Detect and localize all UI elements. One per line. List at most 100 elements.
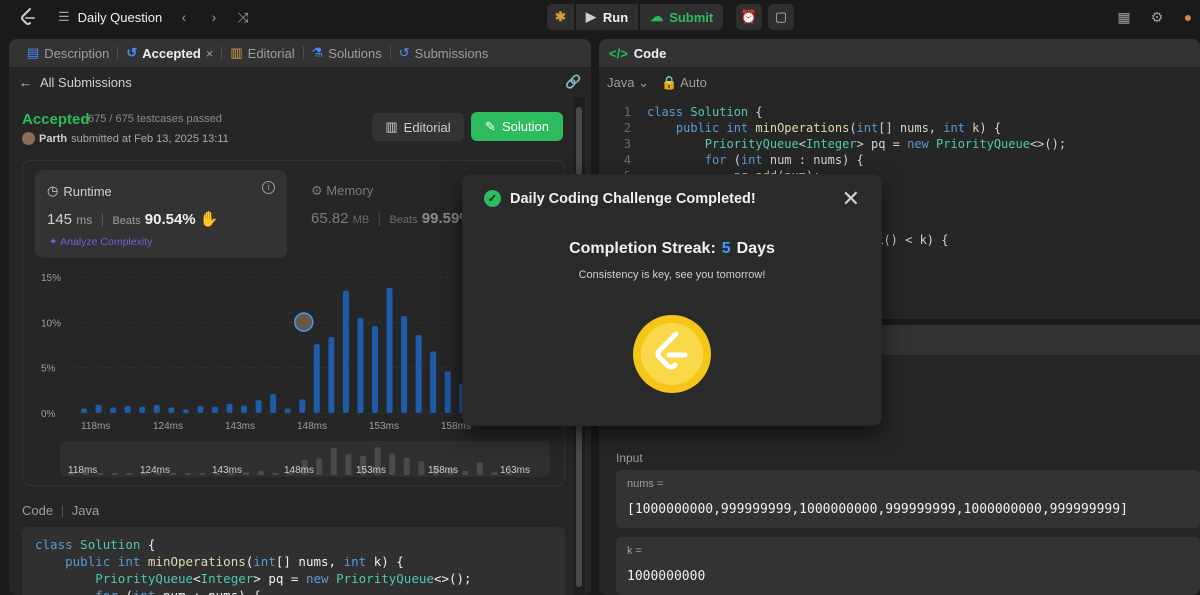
chart-bar[interactable] [211,406,218,413]
close-tab-icon[interactable]: × [206,46,214,61]
editor-toolbar: Java ⌄ 🔒 Auto [607,75,707,91]
chart-bar[interactable] [139,406,146,413]
minimap-bar [476,462,483,475]
editorial-button[interactable]: ▥ Editorial [372,113,464,141]
chart-bar[interactable] [110,407,117,413]
editorial-label: Editorial [403,119,451,135]
minimap-bar [389,453,396,475]
chart-bar[interactable] [168,407,175,413]
fire-icon[interactable]: ● [1176,5,1200,29]
run-button[interactable]: ▶ Run [575,4,639,30]
all-submissions-link[interactable]: ← All Submissions 🔗 [9,67,591,97]
chart-bar[interactable] [197,405,204,413]
run-label: Run [602,9,629,25]
runtime-card[interactable]: ◷ Runtime i 145 ms | Beats 90.54% ✋ ✦ Ana… [35,170,287,258]
chart-bar[interactable] [95,404,102,413]
left-tab-bar: ▤ Description ↺ Accepted × ▥ Editorial ⚗ Solu… [9,39,591,67]
close-icon[interactable]: ✕ [842,188,860,210]
memory-label-row: ⚙ Memory [311,183,373,199]
tab-accepted[interactable]: ↺ Accepted × [118,45,221,61]
shuffle-icon[interactable]: ⤨ [231,5,255,29]
cloud-upload-icon: ☁ [650,9,664,24]
run-group: ✱ ▶ Run ☁ Submit [547,4,724,30]
chart-bar[interactable] [357,317,364,413]
clock-icon: ◷ [47,183,59,198]
line-number: 3 [623,137,631,151]
chart-bar[interactable] [342,290,349,413]
tab-description[interactable]: ▤ Description [19,45,117,61]
chevron-right-icon[interactable]: › [202,5,226,29]
chart-bar[interactable] [415,335,422,413]
chart-bar[interactable] [444,371,451,413]
header-divider: | [60,503,65,518]
minimap-label: 153ms [356,465,386,476]
code-line: PriorityQueue<Integer> pq = new Priority… [704,137,1067,151]
user-avatar-marker[interactable] [294,312,314,332]
chart-bar[interactable] [284,408,291,413]
value-divider: | [100,211,105,228]
avatar[interactable] [22,132,35,145]
tab-editorial[interactable]: ▥ Editorial [222,45,302,61]
tab-label: Solutions [328,45,382,61]
chart-bar[interactable] [313,344,320,413]
chevron-left-icon[interactable]: ‹ [172,5,196,29]
runtime-unit: ms [76,213,93,227]
code-line: public int minOperations(int[] nums, int… [65,554,404,569]
chart-bar[interactable] [153,404,160,413]
code-line: public int minOperations(int[] nums, int… [675,121,1002,135]
minimap-bar [345,454,352,475]
memory-label: Memory [326,183,374,198]
runtime-value-row: 145 ms | Beats 90.54% ✋ [47,210,219,228]
line-number: 1 [623,105,631,119]
chart-bar[interactable] [81,408,87,413]
link-icon[interactable]: 🔗 [565,74,581,90]
x-tick-label: 153ms [369,421,399,432]
notes-button[interactable]: ▢ [768,4,794,30]
chart-bar[interactable] [386,287,393,413]
code-label: Code [22,503,54,518]
chart-bar[interactable] [241,405,248,413]
submit-label: Submit [669,9,714,25]
chart-bar[interactable] [328,336,335,413]
chart-bar[interactable] [430,351,437,413]
minimap-bar [257,470,264,475]
problem-list-button[interactable]: ☰ Daily Question [58,0,162,34]
minimap-bar [97,473,104,475]
chart-bar[interactable] [226,403,233,413]
gear-icon[interactable]: ⚙ [1145,5,1169,29]
memory-value: 65.82 [311,210,349,227]
streak-label: Completion Streak: [569,240,716,257]
solution-button[interactable]: ✎ Solution [471,112,563,141]
code-tab-bar: </> Code [599,39,1200,67]
code-tab[interactable]: Code [634,46,667,61]
modal-header: ✓ Daily Coding Challenge Completed! [484,190,756,207]
streak-unit: Days [736,240,775,257]
chart-bar[interactable] [270,393,277,413]
alarm-button[interactable]: ⏰ [736,4,762,30]
layout-icon[interactable]: ▦ [1112,5,1136,29]
minimap-bar [316,458,323,475]
debug-button[interactable]: ✱ [547,4,574,30]
beats-label: Beats [112,215,141,227]
input-label: Input [616,451,643,465]
info-icon[interactable]: i [262,181,275,194]
submit-button[interactable]: ☁ Submit [640,4,724,30]
tab-solutions[interactable]: ⚗ Solutions [304,45,390,61]
language-select[interactable]: Java ⌄ [607,75,649,91]
chart-bar[interactable] [401,315,408,413]
runtime-value: 145 [47,211,73,228]
streak-line: Completion Streak: 5 Days [462,240,882,258]
chart-bar[interactable] [255,400,262,413]
auto-toggle[interactable]: 🔒 Auto [661,75,707,91]
leetcode-logo[interactable] [18,7,38,27]
chart-bar[interactable] [124,405,131,413]
chart-bar[interactable] [372,325,378,413]
username[interactable]: Parth [39,133,67,145]
chart-bar[interactable] [182,409,189,413]
minimap-bar [272,473,279,475]
tab-submissions[interactable]: ↺ Submissions [391,45,497,61]
analyze-complexity-link[interactable]: ✦ Analyze Complexity [49,236,152,248]
chart-bar[interactable] [299,399,306,413]
tab-label: Editorial [247,45,295,61]
check-circle-icon: ✓ [484,190,501,207]
